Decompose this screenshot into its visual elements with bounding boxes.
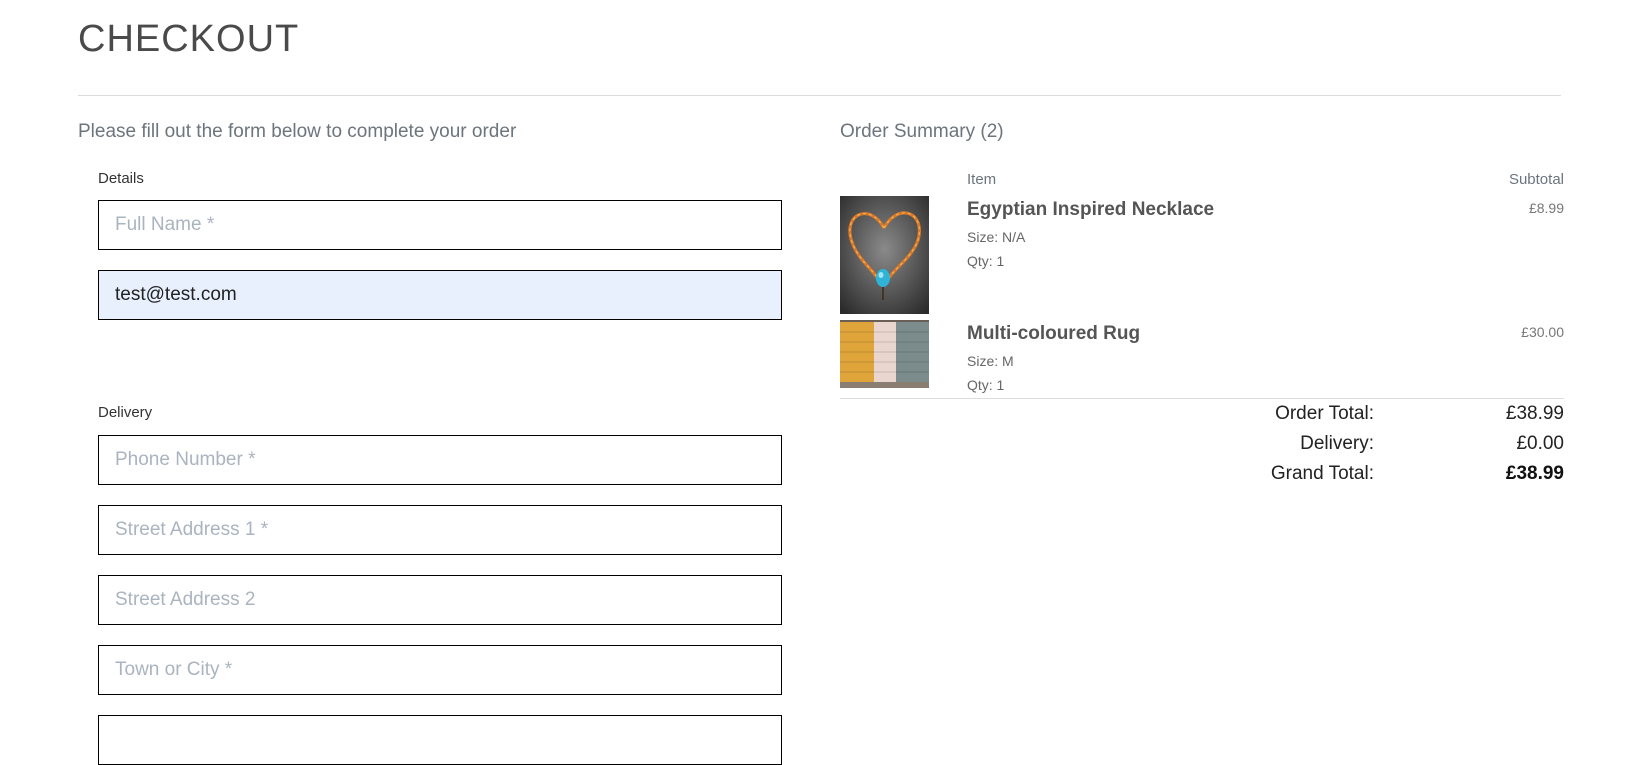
cart-item-price: £8.99 — [1528, 200, 1564, 216]
order-summary-title: Order Summary (2) — [840, 121, 1004, 142]
delivery-section-label: Delivery — [98, 404, 153, 421]
cart-item-price: £30.00 — [1521, 324, 1564, 340]
cart-item-qty: Qty: 1 — [967, 253, 1005, 269]
item-column-header: Item — [967, 171, 997, 188]
form-intro-text: Please fill out the form below to comple… — [78, 121, 517, 142]
delivery-cost-label: Delivery: — [1300, 433, 1374, 454]
necklace-photo-icon — [840, 196, 929, 314]
cart-item-qty: Qty: 1 — [967, 377, 1005, 393]
cart-item-size: Size: M — [967, 353, 1014, 369]
details-section-label: Details — [98, 170, 144, 187]
full-name-input[interactable] — [98, 200, 782, 250]
subtotal-column-header: Subtotal — [1508, 171, 1564, 188]
order-total-value: £38.99 — [1505, 403, 1564, 424]
street-address-2-input[interactable] — [98, 575, 782, 625]
rug-photo-icon — [840, 320, 929, 388]
rug-image[interactable] — [840, 320, 929, 388]
cart-item-size: Size: N/A — [967, 229, 1026, 245]
phone-number-input[interactable] — [98, 435, 782, 485]
order-total-label: Order Total: — [1275, 403, 1374, 424]
page-title: CHECKOUT — [78, 18, 300, 60]
town-or-city-input[interactable] — [98, 645, 782, 695]
cart-item-name: Egyptian Inspired Necklace — [967, 199, 1215, 220]
email-input[interactable] — [98, 270, 782, 320]
cart-item-name: Multi-coloured Rug — [967, 323, 1141, 344]
summary-divider — [840, 398, 1564, 399]
grand-total-label: Grand Total: — [1270, 463, 1374, 484]
next-form-input[interactable] — [98, 715, 782, 765]
delivery-cost-value: £0.00 — [1516, 433, 1564, 454]
grand-total-value: £38.99 — [1505, 463, 1564, 484]
street-address-1-input[interactable] — [98, 505, 782, 555]
header-divider — [78, 95, 1561, 96]
necklace-image[interactable] — [840, 196, 929, 314]
